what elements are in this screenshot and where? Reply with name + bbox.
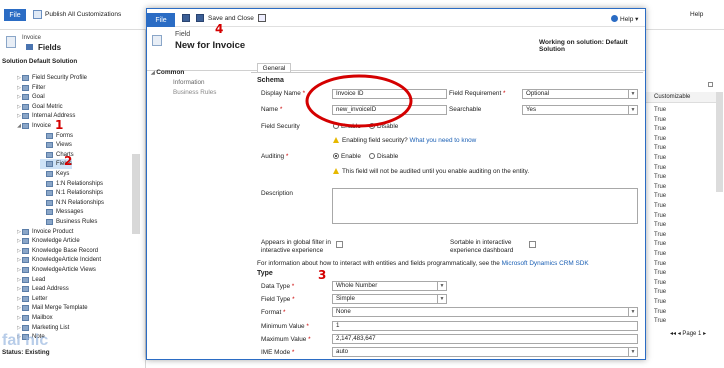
annotation-number-4: 4 [215,22,224,36]
annotation-number-2: 2 [64,154,73,168]
annotation-number-1: 1 [55,118,64,132]
watermark-logo: fal nic [2,332,49,349]
annotation-number-3: 3 [318,268,327,282]
annotation-circle [305,74,413,128]
annotation-layer [305,74,413,128]
